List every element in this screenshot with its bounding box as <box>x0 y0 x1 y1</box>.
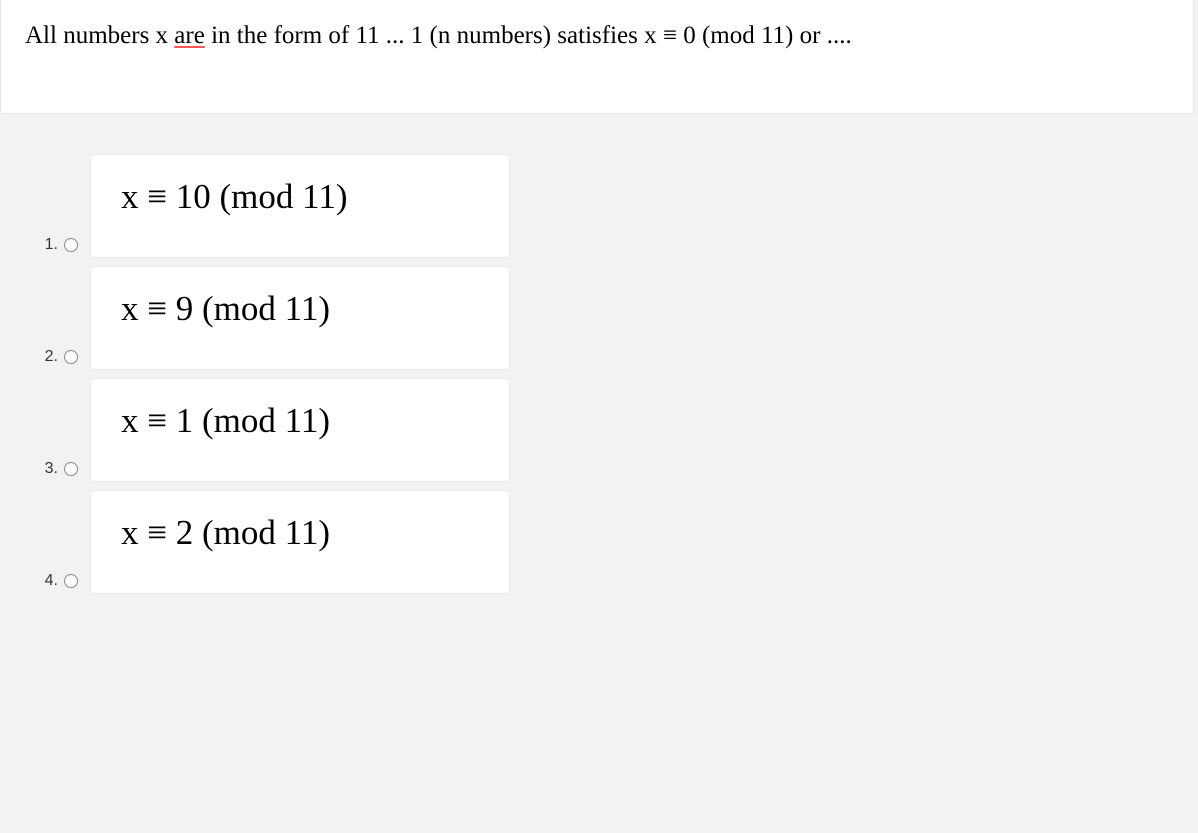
option-radio-1[interactable] <box>64 238 78 252</box>
option-radio-3[interactable] <box>64 462 78 476</box>
option-text: x ≡ 1 (mod 11) <box>121 401 479 441</box>
option-text: x ≡ 10 (mod 11) <box>121 177 479 217</box>
question-prefix: All numbers x <box>25 22 174 49</box>
question-underlined: are <box>174 22 205 49</box>
question-header: All numbers x are in the form of 11 ... … <box>0 0 1194 114</box>
option-text: x ≡ 2 (mod 11) <box>121 513 479 553</box>
option-marker: 1. <box>20 236 90 258</box>
option-radio-4[interactable] <box>64 574 78 588</box>
option-box[interactable]: x ≡ 2 (mod 11) <box>90 490 510 594</box>
question-suffix: in the form of 11 ... 1 (n numbers) sati… <box>205 22 852 49</box>
option-box[interactable]: x ≡ 1 (mod 11) <box>90 378 510 482</box>
options-area: 1. x ≡ 10 (mod 11) 2. x ≡ 9 (mod 11) 3. … <box>0 114 1198 594</box>
option-row: 2. x ≡ 9 (mod 11) <box>20 266 1178 370</box>
option-number: 1. <box>45 236 58 254</box>
option-box[interactable]: x ≡ 9 (mod 11) <box>90 266 510 370</box>
option-box[interactable]: x ≡ 10 (mod 11) <box>90 154 510 258</box>
option-marker: 3. <box>20 460 90 482</box>
question-text: All numbers x are in the form of 11 ... … <box>25 20 1169 53</box>
option-marker: 2. <box>20 348 90 370</box>
option-number: 3. <box>45 460 58 478</box>
option-text: x ≡ 9 (mod 11) <box>121 289 479 329</box>
option-number: 2. <box>45 348 58 366</box>
option-row: 4. x ≡ 2 (mod 11) <box>20 490 1178 594</box>
option-number: 4. <box>45 572 58 590</box>
option-row: 3. x ≡ 1 (mod 11) <box>20 378 1178 482</box>
option-marker: 4. <box>20 572 90 594</box>
option-radio-2[interactable] <box>64 350 78 364</box>
option-row: 1. x ≡ 10 (mod 11) <box>20 154 1178 258</box>
